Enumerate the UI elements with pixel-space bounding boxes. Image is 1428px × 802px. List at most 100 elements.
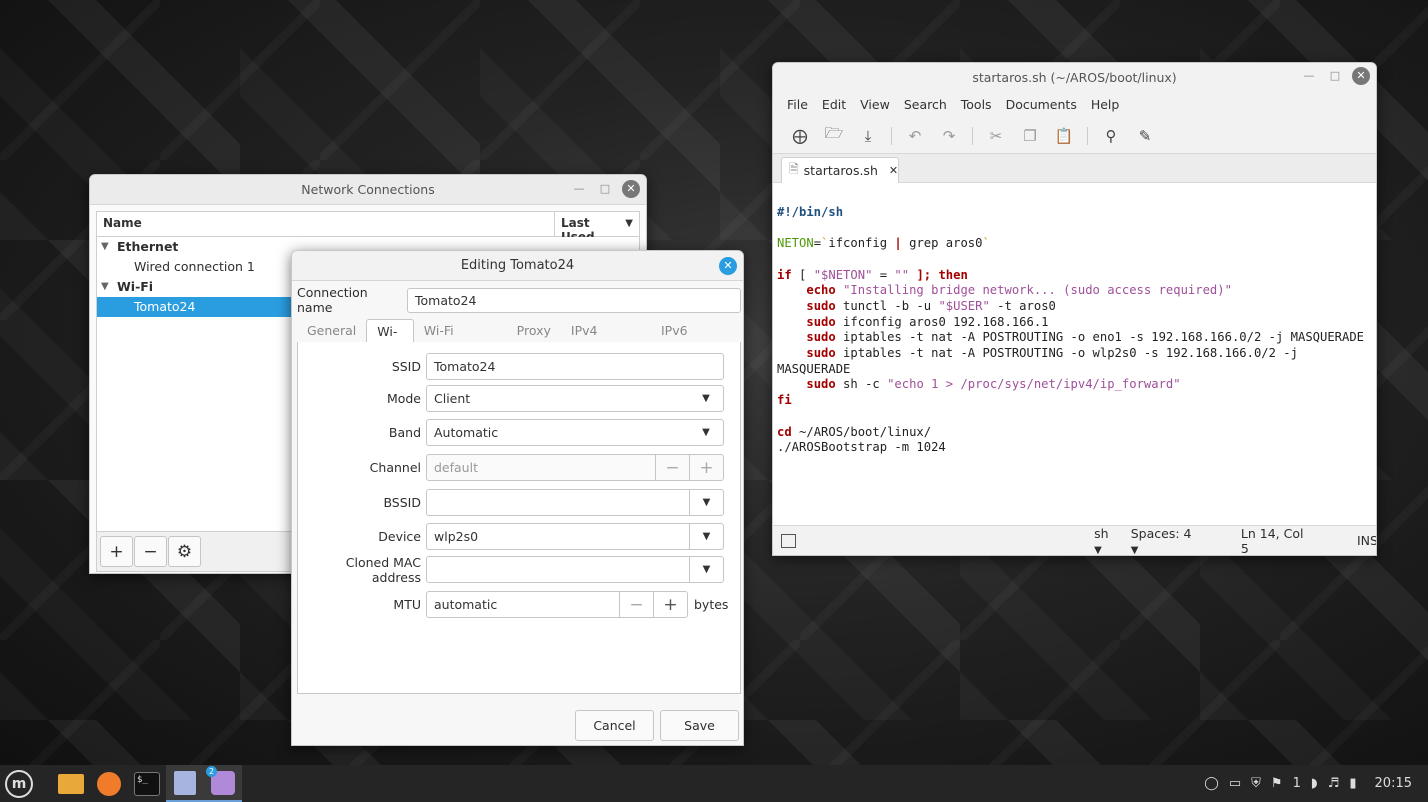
chevron-down-icon[interactable]: ▼ [689, 557, 723, 582]
tab-ipv4-settings[interactable]: IPv4 Settings [561, 319, 651, 361]
bluetooth-icon[interactable]: ◯ [1200, 776, 1223, 791]
gear-icon: ⚙ [176, 541, 193, 562]
tab-wifi-security[interactable]: Wi-Fi Security [414, 319, 507, 361]
chevron-down-icon[interactable]: ▼ [689, 524, 723, 549]
tab-general[interactable]: General [297, 319, 366, 342]
editor-title: startaros.sh (~/AROS/boot/linux) [972, 69, 1177, 85]
firefox-launcher[interactable] [90, 765, 128, 802]
band-label: Band [388, 425, 421, 440]
menu-view[interactable]: View [853, 97, 897, 112]
channel-row: Channel default − + [298, 454, 742, 481]
mode-select[interactable]: Client ▼ [426, 385, 724, 412]
redo-icon[interactable]: ↷ [932, 122, 966, 150]
undo-icon[interactable]: ↶ [898, 122, 932, 150]
code-line-9: sudo iptables -t nat -A POSTROUTING -o e… [806, 330, 1365, 345]
cancel-button[interactable]: Cancel [575, 710, 654, 741]
cursor-position: Ln 14, Col 5 [1240, 525, 1304, 556]
battery-icon[interactable]: ▮ [1345, 776, 1360, 791]
wifi-icon[interactable]: ◗ [1307, 776, 1322, 791]
tab-ipv6-settings[interactable]: IPv6 Settings [651, 319, 741, 361]
mode-row: Mode Client ▼ [298, 385, 742, 412]
cut-icon[interactable]: ✂ [979, 122, 1013, 150]
ssid-input[interactable]: Tomato24 [426, 353, 724, 380]
code-area[interactable]: #!/bin/sh NETON=`ifconfig | grep aros0` … [777, 189, 1375, 456]
minimize-icon[interactable]: — [1300, 67, 1318, 85]
side-panel-icon[interactable] [781, 533, 797, 548]
add-connection-button[interactable]: + [100, 536, 133, 567]
device-combo[interactable]: wlp2s0 ▼ [426, 523, 724, 550]
connection-settings-button[interactable]: ⚙ [168, 536, 201, 567]
notifications-icon[interactable]: ⚑ [1267, 776, 1287, 791]
notification-count: 1 [1292, 776, 1301, 791]
menu-tools[interactable]: Tools [954, 97, 999, 112]
editor-titlebar[interactable]: startaros.sh (~/AROS/boot/linux) — □ ✕ [773, 63, 1376, 91]
open-folder-icon[interactable]: 🗁 [817, 122, 851, 150]
plus-icon[interactable]: + [653, 592, 687, 617]
ssid-row: SSID Tomato24 [298, 353, 742, 380]
menubar: File Edit View Search Tools Documents He… [773, 91, 1376, 118]
close-icon[interactable]: ✕ [622, 180, 640, 198]
mtu-spinner[interactable]: automatic − + [426, 591, 688, 618]
language-selector[interactable]: sh ▼ [1094, 526, 1119, 556]
shield-icon[interactable]: ⛨ [1247, 776, 1265, 791]
terminal-launcher[interactable]: $_ [128, 765, 166, 802]
volume-icon[interactable]: ♬ [1324, 776, 1344, 791]
code-line-3: NETON=`ifconfig | grep aros0` [777, 236, 990, 251]
remove-connection-button[interactable]: − [134, 536, 167, 567]
file-tab-startaros[interactable]: 🗎 startaros.sh ✕ [781, 157, 899, 183]
maximize-icon[interactable]: □ [1326, 67, 1344, 85]
code-line-15: cd ~/AROS/boot/linux/ [777, 424, 932, 439]
system-tray: ◯ ▭ ⛨ ⚑ 1 ◗ ♬ ▮ 20:15 [1200, 765, 1428, 802]
chevron-down-icon: ▼ [1094, 544, 1102, 556]
toolbar-separator [972, 126, 973, 145]
menu-button[interactable]: m [0, 765, 38, 802]
minus-icon[interactable]: − [655, 455, 689, 480]
files-launcher[interactable] [52, 765, 90, 802]
expander-down-icon[interactable]: ▼ [101, 237, 109, 257]
tab-wifi[interactable]: Wi-Fi [366, 319, 414, 362]
column-name[interactable]: Name [97, 212, 555, 236]
menu-file[interactable]: File [780, 97, 815, 112]
clock[interactable]: 20:15 [1371, 776, 1416, 791]
search-icon[interactable]: ⚲ [1094, 122, 1128, 150]
nc-titlebar[interactable]: Network Connections — □ ✕ [90, 175, 646, 205]
chevron-down-icon: ▼ [702, 393, 710, 404]
tab-proxy[interactable]: Proxy [507, 319, 561, 342]
code-line-8: sudo ifconfig aros0 192.168.166.1 [806, 314, 1049, 329]
cloned-mac-combo[interactable]: ▼ [426, 556, 724, 583]
bssid-combo[interactable]: ▼ [426, 489, 724, 516]
close-icon[interactable]: ✕ [1352, 67, 1370, 85]
menu-help[interactable]: Help [1084, 97, 1127, 112]
chevron-down-icon: ▼ [1130, 544, 1139, 556]
menu-documents[interactable]: Documents [999, 97, 1084, 112]
search-replace-icon[interactable]: ✎ [1128, 122, 1162, 150]
chevron-down-icon[interactable]: ▼ [689, 490, 723, 515]
copy-icon[interactable]: ❐ [1013, 122, 1047, 150]
close-icon[interactable]: ✕ [719, 257, 737, 275]
new-document-icon[interactable]: ⨁ [783, 122, 817, 150]
text-editor-window: startaros.sh (~/AROS/boot/linux) — □ ✕ F… [772, 62, 1377, 556]
channel-spinner[interactable]: default − + [426, 454, 724, 481]
expander-down-icon[interactable]: ▼ [101, 277, 109, 297]
minus-icon[interactable]: − [619, 592, 653, 617]
save-button[interactable]: Save [660, 710, 739, 741]
menu-search[interactable]: Search [897, 97, 954, 112]
column-last-used[interactable]: Last Used ▼ [555, 212, 639, 244]
minimize-icon[interactable]: — [570, 180, 588, 198]
band-select[interactable]: Automatic ▼ [426, 419, 724, 446]
plus-icon[interactable]: + [689, 455, 723, 480]
window-count-badge: 2 [206, 766, 218, 777]
code-line-6: echo "Installing bridge network... (sudo… [806, 283, 1232, 298]
connection-name-input[interactable]: Tomato24 [407, 287, 741, 313]
menu-edit[interactable]: Edit [815, 97, 853, 112]
editing-titlebar[interactable]: Editing Tomato24 ✕ [292, 251, 743, 281]
maximize-icon[interactable]: □ [596, 180, 614, 198]
taskbar: m $_ 2 ◯ ▭ ⛨ ⚑ 1 ◗ ♬ ▮ 20:15 [0, 765, 1428, 802]
spaces-selector[interactable]: Spaces: 4 ▼ [1131, 526, 1199, 556]
paste-icon[interactable]: 📋 [1047, 122, 1081, 150]
network-connections-task[interactable]: 2 [204, 765, 242, 802]
text-editor-task[interactable] [166, 765, 204, 802]
save-download-icon[interactable]: ⤓ [851, 122, 885, 150]
close-tab-icon[interactable]: ✕ [889, 164, 898, 177]
clipboard-icon[interactable]: ▭ [1225, 776, 1245, 791]
